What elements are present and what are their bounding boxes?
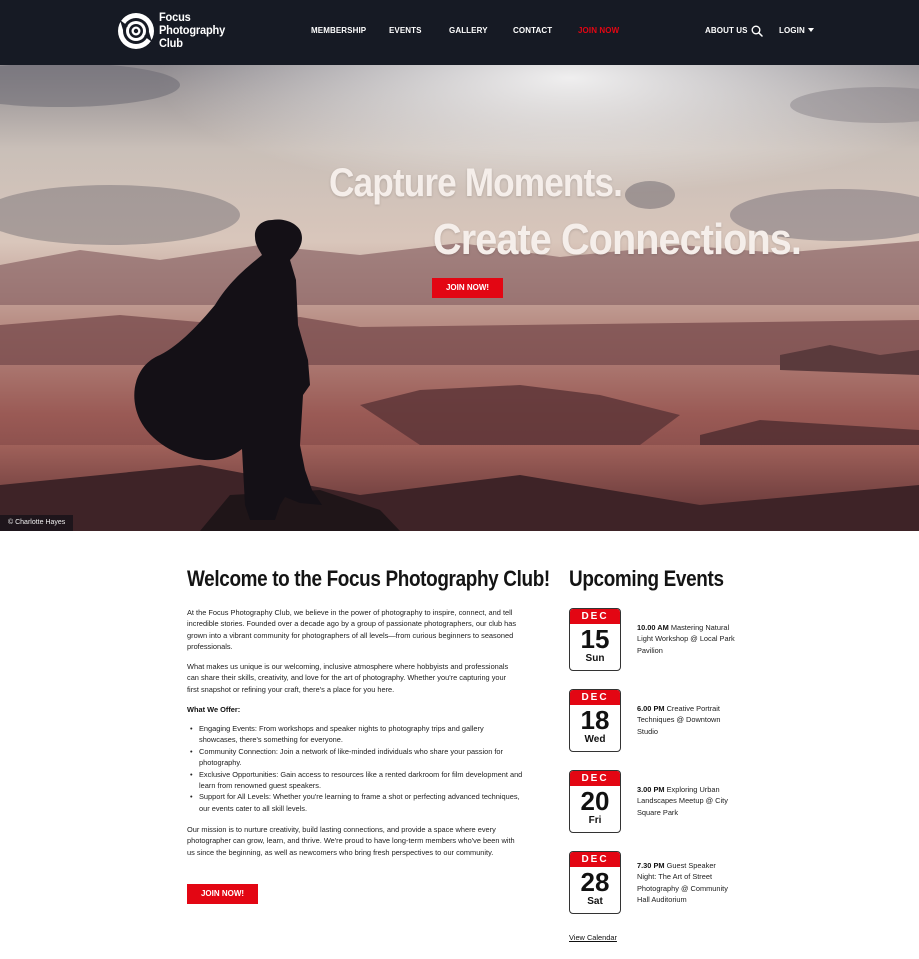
event-weekday: Sat (587, 896, 603, 907)
event-time: 7.30 PM (637, 861, 665, 870)
nav-join-now[interactable]: JOIN NOW (578, 26, 619, 35)
event-weekday: Wed (584, 734, 606, 745)
search-icon[interactable] (751, 25, 763, 37)
offer-list: Engaging Events: From workshops and spea… (187, 723, 523, 814)
hero-headline-line-2: Create Connections. (433, 215, 802, 264)
event-day: 28 (580, 867, 610, 897)
login-label: LOGIN (779, 26, 805, 35)
hero-banner: Capture Moments. Create Connections. JOI… (0, 65, 919, 531)
event-date-badge[interactable]: DEC 15 Sun (569, 608, 621, 671)
chevron-down-icon (807, 28, 814, 32)
view-calendar-link[interactable]: View Calendar (569, 933, 617, 942)
upcoming-events-heading: Upcoming Events (569, 566, 724, 591)
event-details[interactable]: 10.00 AM Mastering Natural Light Worksho… (637, 622, 737, 656)
hero-headline-line-1: Capture Moments. (329, 161, 623, 205)
event-details[interactable]: 7.30 PM Guest Speaker Night: The Art of … (637, 860, 737, 906)
club-logo[interactable]: Focus Photography Club (117, 11, 231, 50)
event-time: 6.00 PM (637, 704, 665, 713)
nav-gallery[interactable]: GALLERY (449, 26, 488, 35)
camera-aperture-logo-icon (118, 12, 154, 49)
event-month: DEC (570, 690, 620, 705)
site-header: Focus Photography Club MEMBERSHIP EVENTS… (0, 0, 919, 65)
event-day: 18 (580, 705, 610, 735)
event-month: DEC (570, 852, 620, 867)
nav-contact[interactable]: CONTACT (513, 26, 552, 35)
offer-item-community-connection: Community Connection: Join a network of … (187, 746, 523, 769)
welcome-paragraph-1: At the Focus Photography Club, we believ… (187, 608, 517, 652)
welcome-paragraph-2: What makes us unique is our welcoming, i… (187, 662, 509, 694)
hero-background-image (0, 65, 919, 531)
nav-events[interactable]: EVENTS (389, 26, 422, 35)
nav-membership[interactable]: MEMBERSHIP (311, 26, 366, 35)
event-day: 20 (580, 786, 610, 816)
event-details[interactable]: 3.00 PM Exploring Urban Landscapes Meetu… (637, 784, 737, 818)
club-wordmark: Focus Photography Club (159, 11, 225, 50)
event-time: 3.00 PM (637, 785, 665, 794)
offer-item-exclusive-opportunities: Exclusive Opportunities: Gain access to … (187, 769, 523, 792)
photo-credit: © Charlotte Hayes (0, 515, 74, 531)
event-date-badge[interactable]: DEC 20 Fri (569, 770, 621, 833)
offer-item-support-all-levels: Support for All Levels: Whether you're l… (187, 791, 523, 814)
brand-line-3: Club (159, 36, 183, 50)
event-weekday: Sun (585, 653, 605, 664)
mission-paragraph: Our mission is to nurture creativity, bu… (187, 825, 515, 857)
welcome-heading: Welcome to the Focus Photography Club! (187, 566, 550, 591)
event-details[interactable]: 6.00 PM Creative Portrait Techniques @ D… (637, 703, 737, 737)
event-weekday: Fri (588, 815, 602, 826)
offer-heading: What We Offer: (187, 705, 241, 714)
event-date-badge[interactable]: DEC 28 Sat (569, 851, 621, 914)
event-time: 10.00 AM (637, 623, 669, 632)
join-now-button[interactable]: JOIN NOW! (187, 884, 258, 904)
login-dropdown[interactable]: LOGIN (779, 26, 814, 35)
offer-item-engaging-events: Engaging Events: From workshops and spea… (187, 723, 523, 746)
nav-about-us[interactable]: ABOUT US (705, 26, 748, 35)
event-month: DEC (570, 609, 620, 624)
event-date-badge[interactable]: DEC 18 Wed (569, 689, 621, 752)
event-month: DEC (570, 771, 620, 786)
event-day: 15 (580, 624, 610, 654)
hero-join-now-button[interactable]: JOIN NOW! (432, 278, 503, 298)
